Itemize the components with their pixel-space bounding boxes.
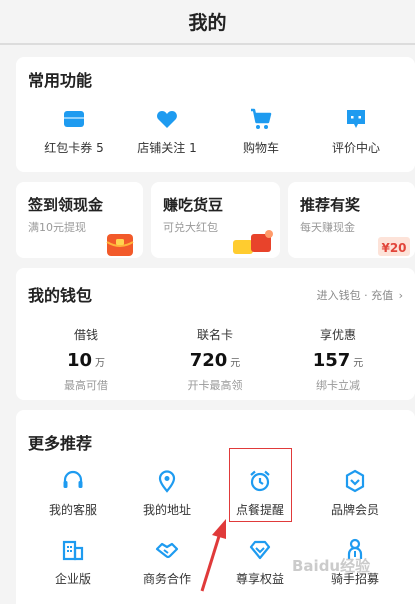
func-cart-label: 购物车 [242, 141, 279, 155]
func-cart[interactable]: 购物车 [211, 107, 311, 156]
enterprise-icon [61, 538, 85, 562]
wallet-discount-label: 享优惠 [319, 328, 356, 342]
promo-referral-sub: 每天赚现金 [300, 221, 355, 234]
review-icon [344, 107, 368, 131]
heart-icon [155, 107, 179, 131]
handshake-icon [155, 538, 179, 562]
wallet-title: 我的钱包 [28, 286, 93, 305]
page-title: 我的 [188, 12, 227, 34]
diamond-icon [248, 538, 272, 562]
promo-card-beans[interactable]: 赚吃货豆 可兑大红包 [151, 182, 280, 258]
wallet-entry-label: 进入钱包 · 充值 [316, 289, 394, 302]
wallet-cobrand-value-row: 720 元 [155, 350, 275, 371]
wallet-cobrand-unit: 元 [230, 358, 241, 369]
beans-gift-icon [231, 226, 277, 262]
wallet-card: 我的钱包 进入钱包 · 充值 › 借钱 10 万 最高可借 联名卡 720 元 开卡… [16, 268, 415, 400]
wallet-loan[interactable]: 借钱 10 万 最高可借 [26, 326, 146, 393]
wallet-cobrand-label: 联名卡 [196, 328, 233, 342]
func-reviews-label: 评价中心 [331, 141, 380, 155]
referral-badge-text: ¥20 [381, 241, 407, 255]
wallet-loan-sub: 最高可借 [64, 379, 108, 392]
rec-customer-service-label: 我的客服 [48, 503, 97, 517]
promo-checkin-sub: 满10元提现 [28, 221, 86, 234]
func-follow-shops-label: 店铺关注 1 [137, 141, 197, 155]
wallet-loan-value-row: 10 万 [26, 350, 146, 371]
annotation-arrow [196, 515, 236, 595]
promo-beans-title: 赚吃货豆 [163, 196, 224, 214]
wallet-discount-value: 157 [312, 350, 351, 371]
red-envelope-icon [105, 232, 135, 262]
location-icon [155, 469, 179, 493]
referral-cash-badge: ¥20 [378, 237, 410, 256]
rec-brand-member[interactable]: 品牌会员 [305, 469, 405, 518]
watermark-logo: Baidu经验 [292, 557, 371, 575]
rec-customer-service[interactable]: 我的客服 [23, 469, 123, 518]
common-functions-card: 常用功能 红包卡券 5 店铺关注 1 购物车 评价中心 [16, 57, 415, 172]
func-coupons-label: 红包卡券 5 [44, 141, 104, 155]
wallet-discount[interactable]: 享优惠 157 元 绑卡立减 [278, 326, 398, 393]
top-bar: 我的 [0, 0, 415, 40]
brand-member-icon [343, 469, 367, 493]
wallet-loan-unit: 万 [95, 358, 106, 369]
promo-beans-sub: 可兑大红包 [163, 221, 218, 234]
promo-checkin-title: 签到领现金 [28, 196, 104, 214]
wallet-entry-link[interactable]: 进入钱包 · 充值 › [317, 287, 403, 303]
func-follow-shops[interactable]: 店铺关注 1 [117, 107, 217, 156]
coupon-icon [62, 107, 86, 131]
headset-icon [61, 469, 85, 493]
header-divider [0, 43, 415, 45]
wallet-loan-label: 借钱 [73, 328, 98, 342]
wallet-cobrand-value: 720 [189, 350, 228, 371]
highlight-box [229, 448, 292, 522]
wallet-loan-value: 10 [66, 350, 93, 371]
func-reviews[interactable]: 评价中心 [306, 107, 406, 156]
rec-enterprise[interactable]: 企业版 [23, 538, 123, 587]
chevron-right-icon: › [398, 289, 403, 302]
cart-icon [249, 107, 273, 131]
rec-brand-member-label: 品牌会员 [330, 503, 379, 517]
wallet-discount-value-row: 157 元 [278, 350, 398, 371]
wallet-discount-unit: 元 [353, 358, 364, 369]
wallet-cobrand-card[interactable]: 联名卡 720 元 开卡最高领 [155, 326, 275, 393]
promo-referral-title: 推荐有奖 [300, 196, 361, 214]
common-functions-title: 常用功能 [28, 71, 93, 90]
rec-my-address[interactable]: 我的地址 [117, 469, 217, 518]
func-coupons[interactable]: 红包卡券 5 [24, 107, 124, 156]
more-recommend-title: 更多推荐 [28, 434, 93, 453]
promo-card-referral[interactable]: 推荐有奖 每天赚现金 ¥20 [288, 182, 415, 258]
promo-card-checkin[interactable]: 签到领现金 满10元提现 [16, 182, 143, 258]
wallet-discount-sub: 绑卡立减 [316, 379, 360, 392]
rec-enterprise-label: 企业版 [54, 572, 91, 586]
wallet-cobrand-sub: 开卡最高领 [187, 379, 243, 392]
